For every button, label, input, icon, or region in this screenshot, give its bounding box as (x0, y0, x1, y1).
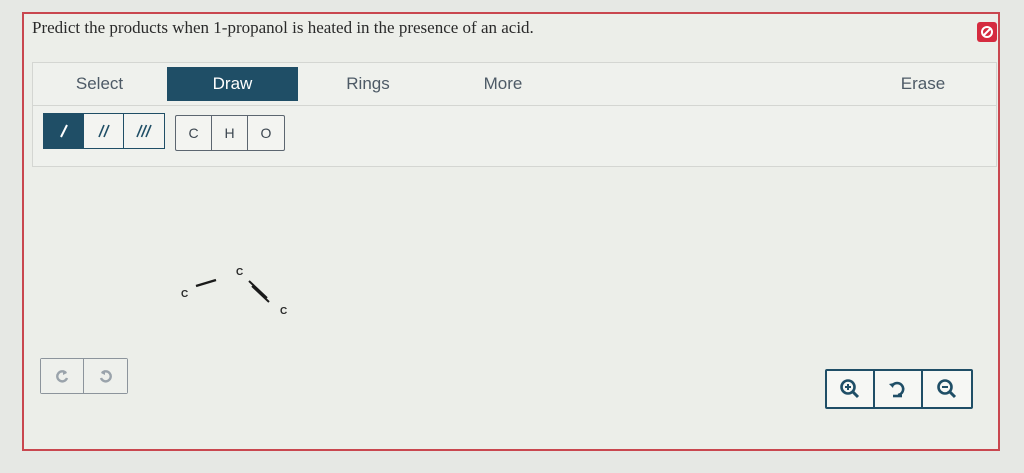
history-controls (40, 358, 128, 394)
tab-erase[interactable]: Erase (878, 67, 968, 101)
single-bond-icon[interactable] (44, 114, 84, 148)
tab-draw[interactable]: Draw (167, 67, 298, 101)
double-bond-line-2 (251, 285, 270, 303)
drawing-toolbar: Select Draw Rings More Erase C H O (32, 62, 997, 167)
molecule-drawing[interactable]: C C C (170, 258, 300, 328)
triple-bond-icon[interactable] (124, 114, 164, 148)
zoom-in-icon[interactable] (827, 371, 875, 407)
atom-tool-group: C H O (175, 115, 285, 151)
toolbar-tab-row: Select Draw Rings More Erase (33, 63, 996, 106)
zoom-controls (825, 369, 973, 409)
atom-carbon-button[interactable]: C (176, 116, 212, 150)
alert-badge[interactable] (977, 22, 997, 42)
bond-tool-group (43, 113, 165, 149)
tab-more[interactable]: More (458, 67, 548, 101)
prohibited-icon (981, 26, 993, 38)
molecule-atom[interactable]: C (236, 267, 243, 278)
undo-icon[interactable] (41, 359, 84, 393)
zoom-out-icon[interactable] (923, 371, 971, 407)
molecule-atom[interactable]: C (280, 306, 287, 317)
atom-oxygen-button[interactable]: O (248, 116, 284, 150)
double-bond-icon[interactable] (84, 114, 124, 148)
single-bond (195, 278, 217, 288)
tab-rings[interactable]: Rings (323, 67, 413, 101)
molecule-bonds (195, 278, 270, 303)
question-text: Predict the products when 1-propanol is … (32, 18, 534, 37)
reset-view-icon[interactable] (875, 371, 923, 407)
redo-icon[interactable] (84, 359, 127, 393)
molecule-atom[interactable]: C (181, 289, 188, 300)
atom-hydrogen-button[interactable]: H (212, 116, 248, 150)
double-bond-line-1 (248, 280, 268, 299)
tab-select[interactable]: Select (33, 67, 166, 101)
